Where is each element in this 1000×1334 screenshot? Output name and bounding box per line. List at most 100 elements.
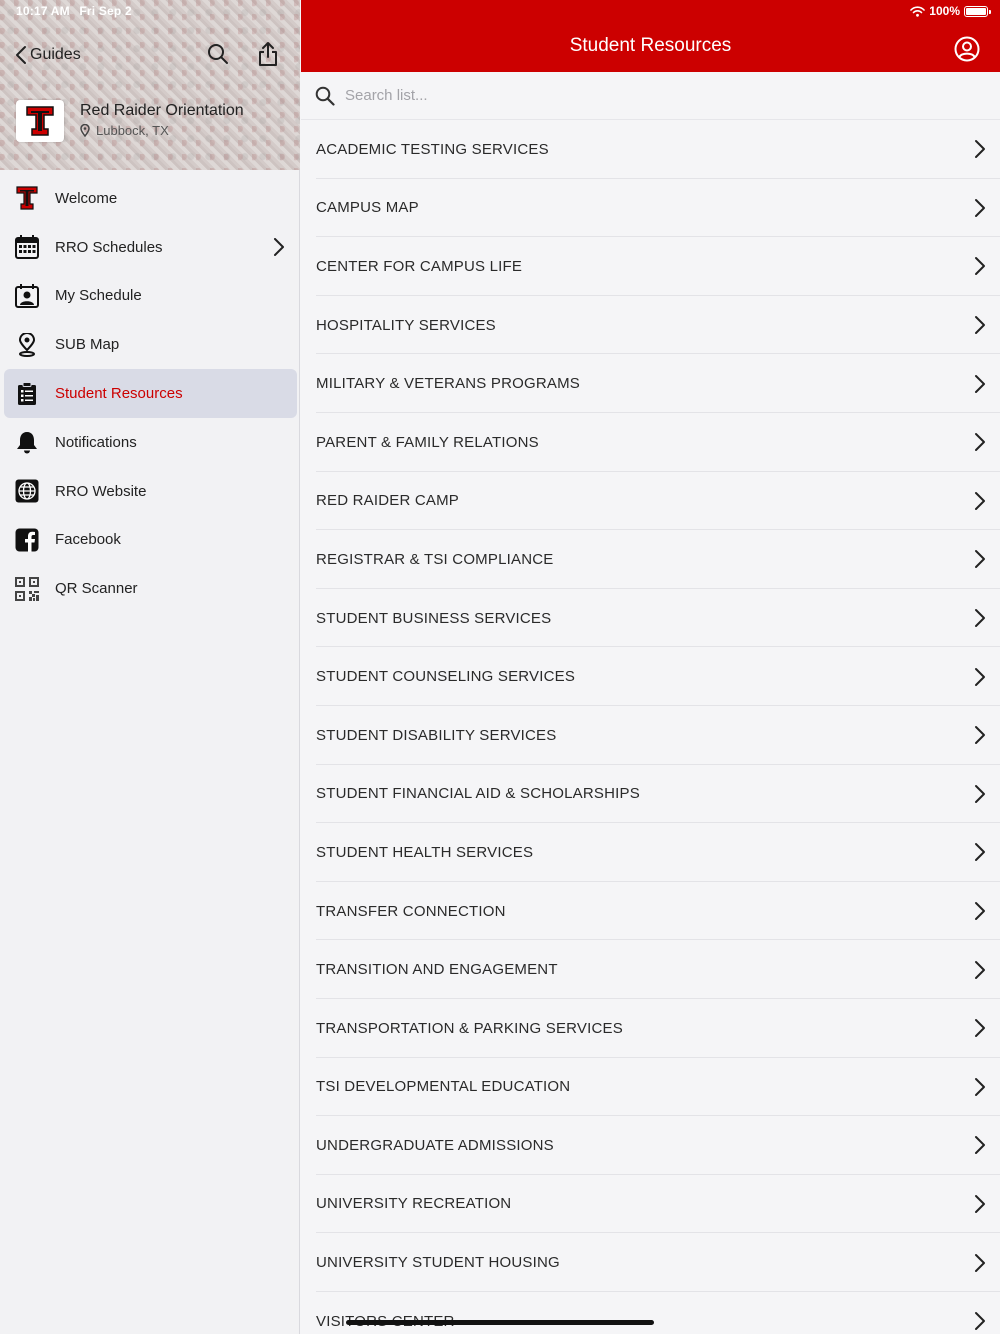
wifi-icon: [910, 5, 926, 17]
share-icon: [259, 42, 277, 66]
chevron-right-icon: [975, 960, 985, 979]
list-item-label: STUDENT COUNSELING SERVICES: [316, 668, 576, 686]
list-item-label: RED RAIDER CAMP: [316, 492, 460, 510]
chevron-right-icon: [975, 433, 985, 452]
list-item[interactable]: REGISTRAR & TSI COMPLIANCE: [301, 530, 1000, 589]
double-t-logo-icon: [14, 185, 40, 211]
list-item-label: STUDENT HEALTH SERVICES: [316, 843, 534, 861]
chevron-left-icon: [16, 46, 26, 64]
search-bar: [301, 72, 1000, 120]
list-item[interactable]: STUDENT BUSINESS SERVICES: [301, 589, 1000, 648]
chevron-right-icon: [975, 726, 985, 745]
page-title: Student Resources: [569, 35, 732, 56]
sidebar-item-label: Facebook: [55, 531, 121, 549]
list-item-label: TRANSFER CONNECTION: [316, 902, 506, 920]
globe-icon: [14, 478, 40, 504]
navigation-bar: 100% Student Resources: [301, 0, 1000, 72]
list-item[interactable]: UNIVERSITY RECREATION: [301, 1175, 1000, 1234]
home-indicator: [346, 1320, 654, 1325]
status-date: Fri Sep 2: [79, 4, 132, 18]
battery-icon: [964, 5, 991, 17]
chevron-right-icon: [975, 1136, 985, 1155]
sidebar-item-sub-map[interactable]: SUB Map: [4, 320, 297, 369]
profile-icon[interactable]: [954, 36, 980, 62]
list-item[interactable]: CENTER FOR CAMPUS LIFE: [301, 237, 1000, 296]
list-item[interactable]: STUDENT FINANCIAL AID & SCHOLARSHIPS: [301, 765, 1000, 824]
facebook-icon: [14, 527, 40, 553]
chevron-right-icon: [975, 550, 985, 569]
guide-location-text: Lubbock, TX: [96, 123, 169, 138]
guide-logo: [16, 100, 64, 142]
sidebar-nav: Welcome RRO Schedules My Schedule SUB Ma…: [4, 174, 297, 613]
chevron-right-icon: [975, 1019, 985, 1038]
main-panel: 100% Student Resources ACADEMIC TESTING …: [301, 0, 1000, 1334]
sidebar-item-label: RRO Website: [55, 482, 147, 500]
sidebar-item-label: Welcome: [55, 189, 118, 207]
list-item-label: UNDERGRADUATE ADMISSIONS: [316, 1136, 554, 1154]
sidebar-item-rro-schedules[interactable]: RRO Schedules: [4, 223, 297, 272]
search-icon: [208, 44, 228, 64]
chevron-right-icon: [274, 238, 284, 257]
list-item-label: CENTER FOR CAMPUS LIFE: [316, 257, 523, 275]
list-item[interactable]: TRANSPORTATION & PARKING SERVICES: [301, 999, 1000, 1058]
bell-icon: [14, 429, 40, 455]
sidebar-item-label: RRO Schedules: [55, 238, 163, 256]
sidebar-item-label: My Schedule: [55, 287, 142, 305]
sidebar-item-notifications[interactable]: Notifications: [4, 418, 297, 467]
list-item[interactable]: ACADEMIC TESTING SERVICES: [301, 120, 1000, 179]
chevron-right-icon: [975, 1312, 985, 1331]
list-item[interactable]: UNDERGRADUATE ADMISSIONS: [301, 1116, 1000, 1175]
chevron-right-icon: [975, 491, 985, 510]
list-item[interactable]: STUDENT COUNSELING SERVICES: [301, 647, 1000, 706]
sidebar-item-welcome[interactable]: Welcome: [4, 174, 297, 223]
list-item[interactable]: TRANSITION AND ENGAGEMENT: [301, 940, 1000, 999]
chevron-right-icon: [975, 843, 985, 862]
list-item[interactable]: MILITARY & VETERANS PROGRAMS: [301, 354, 1000, 413]
list-item[interactable]: RED RAIDER CAMP: [301, 472, 1000, 531]
chevron-right-icon: [975, 257, 985, 276]
chevron-right-icon: [975, 902, 985, 921]
back-button[interactable]: Guides: [14, 42, 81, 68]
list-item[interactable]: TRANSFER CONNECTION: [301, 882, 1000, 941]
list-item[interactable]: HOSPITALITY SERVICES: [301, 296, 1000, 355]
list-item-label: TSI DEVELOPMENTAL EDUCATION: [316, 1078, 571, 1096]
list-item-label: MILITARY & VETERANS PROGRAMS: [316, 375, 580, 393]
sidebar-item-rro-website[interactable]: RRO Website: [4, 467, 297, 516]
list-item[interactable]: STUDENT HEALTH SERVICES: [301, 823, 1000, 882]
sidebar-item-label: SUB Map: [55, 336, 120, 354]
search-input[interactable]: [345, 87, 905, 104]
list-item[interactable]: PARENT & FAMILY RELATIONS: [301, 413, 1000, 472]
list-item-label: ACADEMIC TESTING SERVICES: [316, 140, 549, 158]
share-button[interactable]: [254, 40, 282, 68]
chevron-right-icon: [975, 1194, 985, 1213]
list-item-label: HOSPITALITY SERVICES: [316, 316, 496, 334]
list-item-label: UNIVERSITY RECREATION: [316, 1195, 512, 1213]
list-item[interactable]: VISITORS CENTER: [301, 1292, 1000, 1334]
calendar-icon: [14, 234, 40, 260]
search-button[interactable]: [204, 40, 232, 68]
list-item[interactable]: TSI DEVELOPMENTAL EDUCATION: [301, 1058, 1000, 1117]
list-item-label: STUDENT BUSINESS SERVICES: [316, 609, 552, 627]
battery-percentage: 100%: [929, 4, 960, 18]
search-icon: [315, 86, 335, 106]
list-item-label: STUDENT FINANCIAL AID & SCHOLARSHIPS: [316, 785, 640, 803]
back-button-label: Guides: [30, 46, 81, 63]
sidebar-header-background: [0, 0, 300, 170]
sidebar-item-my-schedule[interactable]: My Schedule: [4, 272, 297, 321]
list-item[interactable]: UNIVERSITY STUDENT HOUSING: [301, 1233, 1000, 1292]
list-item[interactable]: CAMPUS MAP: [301, 179, 1000, 238]
chevron-right-icon: [975, 198, 985, 217]
sidebar-item-qr-scanner[interactable]: QR Scanner: [4, 564, 297, 613]
list-item-label: STUDENT DISABILITY SERVICES: [316, 726, 557, 744]
sidebar-item-facebook[interactable]: Facebook: [4, 516, 297, 565]
sidebar-item-student-resources[interactable]: Student Resources: [4, 369, 297, 418]
chevron-right-icon: [975, 140, 985, 159]
sidebar-item-label: Notifications: [55, 433, 137, 451]
guide-title: Red Raider Orientation: [80, 102, 244, 119]
chevron-right-icon: [975, 316, 985, 335]
chevron-right-icon: [975, 609, 985, 628]
resource-list: ACADEMIC TESTING SERVICES CAMPUS MAP CENTE…: [301, 120, 1000, 1334]
chevron-right-icon: [975, 1253, 985, 1272]
list-item[interactable]: STUDENT DISABILITY SERVICES: [301, 706, 1000, 765]
status-time: 10:17 AM: [16, 4, 70, 18]
